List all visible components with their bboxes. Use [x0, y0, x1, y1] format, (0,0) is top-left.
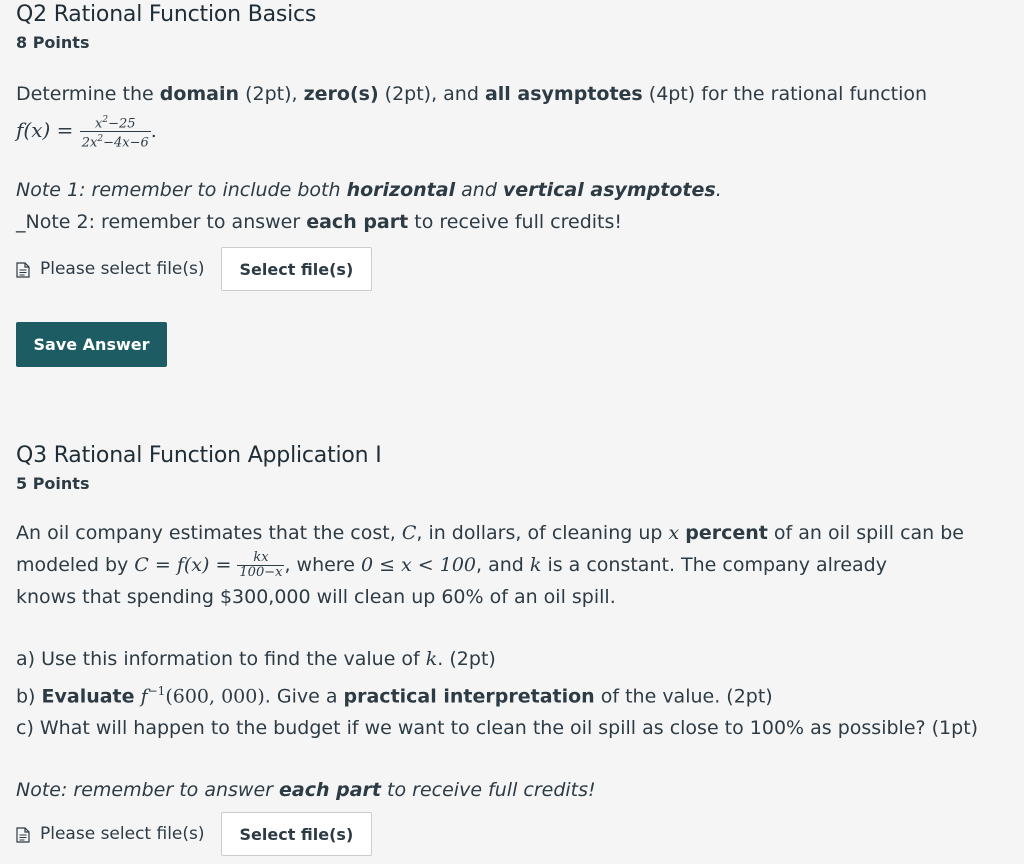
file-icon — [16, 826, 30, 843]
part-bold-practical-interpretation: practical interpretation — [343, 685, 595, 708]
note-text: to receive full credits! — [408, 211, 623, 233]
save-answer-button[interactable]: Save Answer — [16, 322, 167, 367]
question-points: 5 Points — [16, 474, 90, 493]
part-text: . Give a — [264, 685, 344, 708]
numerator-rest: −25 — [108, 116, 136, 131]
math-domain: 0 ≤ x < 100 — [360, 554, 477, 576]
function-lhs: f(x) = — [16, 118, 80, 142]
note-text: and — [455, 179, 503, 201]
para-text: , and — [476, 554, 530, 576]
math-x: x — [668, 522, 680, 544]
select-files-button[interactable]: Select file(s) — [220, 247, 373, 291]
paragraph-line-3: knows that spending $300,000 will clean … — [16, 586, 616, 608]
file-upload-row: Please select file(s) Select file(s) — [16, 811, 373, 857]
math-k: k — [425, 648, 438, 670]
function-period: . — [150, 120, 157, 142]
note-bold-each-part: each part — [306, 211, 409, 233]
paragraph-line-1: An oil company estimates that the cost, … — [16, 517, 1006, 549]
question-q3: Q3 Rational Function Application I 5 Poi… — [16, 441, 1006, 856]
function-fraction: x2−25 2x2−4x−6 — [79, 113, 151, 151]
math-cost-function: C = f(x) = — [134, 554, 238, 576]
fraction-denominator: 100−x — [239, 565, 283, 580]
upload-label: Please select file(s) — [40, 259, 205, 279]
math-inverse-exponent: −1 — [147, 684, 166, 698]
prompt-bold-asymptotes: all asymptotes — [484, 83, 643, 105]
fraction-numerator: kx — [237, 551, 285, 566]
denominator-rest: −4x−6 — [103, 135, 149, 151]
note-2: _Note 2: remember to answer each part to… — [16, 206, 1006, 238]
note-1: Note 1: remember to include both horizon… — [16, 174, 1006, 206]
part-text: . (2pt) — [437, 648, 496, 670]
upload-label: Please select file(s) — [40, 824, 205, 844]
para-text: , where — [284, 554, 361, 576]
question-title: Q3 Rational Function Application I — [16, 443, 382, 468]
para-text: is a constant. The company already — [541, 554, 887, 576]
prompt-bold-zeros: zero(s) — [303, 83, 379, 105]
prompt-text: (2pt), — [239, 83, 304, 105]
question-points: 8 Points — [16, 33, 90, 52]
para-text: of an oil spill can be — [767, 522, 964, 544]
part-text: of the value. (2pt) — [594, 685, 773, 708]
denominator-lead: 2x — [81, 135, 98, 151]
math-C: C — [401, 522, 417, 544]
note-bold-each-part: each part — [279, 779, 382, 802]
part-text: b) — [16, 685, 42, 708]
paragraph-line-2: modeled by C = f(x) = kx 100−x, where 0 ≤… — [16, 549, 1006, 581]
prompt-text: (4pt) for the rational function — [642, 83, 928, 105]
math-argument: (600, 000) — [165, 685, 265, 708]
math-k: k — [529, 554, 542, 576]
para-text: , in dollars, of cleaning up — [416, 522, 669, 544]
prompt-bold-domain: domain — [159, 83, 240, 105]
note-text: _Note 2: remember to answer — [16, 211, 307, 233]
note-text: Note 1: remember to include both — [16, 179, 347, 201]
part-bold-evaluate: Evaluate — [41, 685, 135, 708]
part-a: a) Use this information to find the valu… — [16, 643, 1006, 675]
question-prompt: Determine the domain (2pt), zero(s) (2pt… — [16, 78, 1006, 110]
question-title: Q2 Rational Function Basics — [16, 2, 317, 27]
question-body: An oil company estimates that the cost, … — [16, 517, 1006, 806]
prompt-text: Determine the — [16, 83, 160, 105]
part-c: c) What will happen to the budget if we … — [16, 717, 979, 740]
note-text: to receive full credits! — [381, 779, 596, 802]
math-f: f — [140, 685, 148, 708]
note-text: . — [715, 179, 722, 201]
note: Note: remember to answer each part to re… — [16, 774, 1006, 806]
quiz-page: Q2 Rational Function Basics 8 Points Det… — [0, 0, 1024, 864]
question-q2: Q2 Rational Function Basics 8 Points Det… — [16, 0, 1006, 367]
note-bold-vertical-asymptotes: vertical asymptotes — [502, 179, 716, 201]
para-text: modeled by — [16, 554, 135, 576]
file-upload-row: Please select file(s) Select file(s) — [16, 246, 373, 292]
part-text: a) Use this information to find the valu… — [16, 648, 426, 670]
select-files-button[interactable]: Select file(s) — [220, 812, 373, 856]
para-text: An oil company estimates that the cost, — [16, 522, 402, 544]
note-text: Note: remember to answer — [16, 779, 280, 802]
prompt-text: (2pt), and — [378, 83, 485, 105]
note-bold-horizontal: horizontal — [346, 179, 456, 201]
function-formula: f(x) = x2−25 2x2−4x−6. — [16, 110, 1006, 151]
cost-fraction: kx 100−x — [237, 551, 285, 580]
part-b: b) Evaluate f−1(600, 000). Give a practi… — [16, 675, 1006, 712]
file-icon — [16, 261, 30, 278]
para-bold-percent: percent — [685, 522, 768, 544]
